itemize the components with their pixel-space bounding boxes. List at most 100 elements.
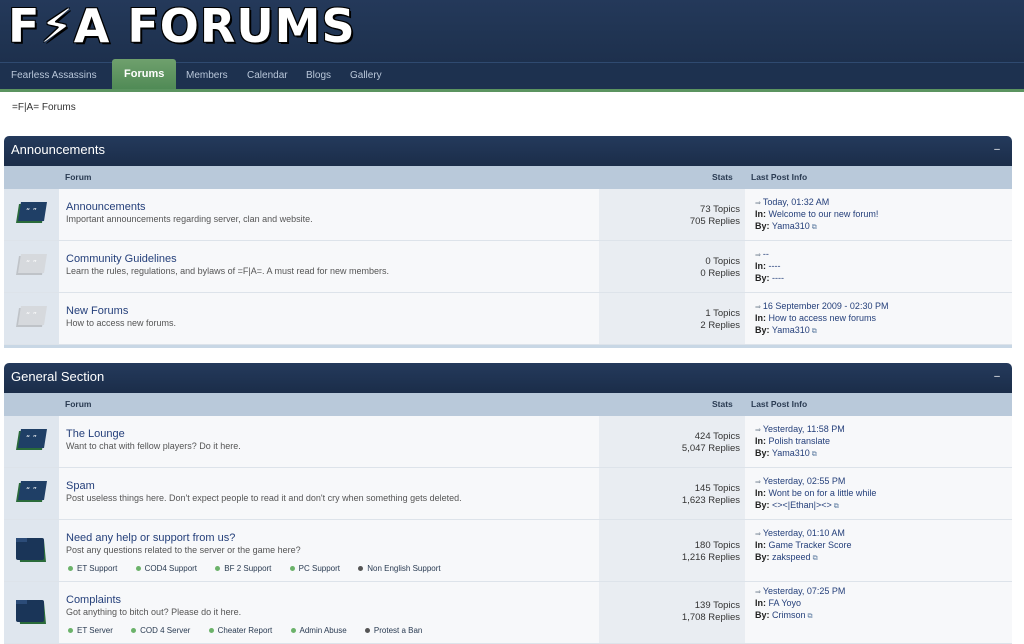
forum-title[interactable]: Need any help or support from us? xyxy=(66,532,235,544)
forum-no-new-posts-icon: “ ” xyxy=(16,306,47,327)
forum-title[interactable]: Announcements xyxy=(66,201,146,213)
forum-row: “ ” Community Guidelines Learn the rules… xyxy=(4,241,1012,293)
section-title[interactable]: Announcements xyxy=(11,142,105,157)
last-post-topic[interactable]: Game Tracker Score xyxy=(769,540,852,550)
nav-fearless-assassins[interactable]: Fearless Assassins xyxy=(11,63,97,90)
subforum-link[interactable]: COD4 Support xyxy=(135,564,205,573)
forum-new-posts-icon: “ ” xyxy=(16,481,47,502)
last-post-author[interactable]: zakspeed xyxy=(772,552,811,562)
profile-link-icon[interactable]: ⧉ xyxy=(834,503,839,510)
last-post-arrow-icon[interactable]: ⇒ xyxy=(755,479,761,486)
svg-text:“ ”: “ ” xyxy=(26,259,37,268)
last-post-time[interactable]: 16 September 2009 - 02:30 PM xyxy=(763,301,889,311)
profile-link-icon[interactable]: ⧉ xyxy=(808,613,813,620)
last-post-time[interactable]: Yesterday, 01:10 AM xyxy=(763,528,845,538)
section-footer xyxy=(4,345,1012,348)
logo-text-left: F xyxy=(8,0,41,53)
last-post-author[interactable]: Yama310 xyxy=(772,325,810,335)
subforum-link[interactable]: Admin Abuse xyxy=(290,626,355,635)
nav-forums[interactable]: Forums xyxy=(112,59,177,90)
last-post-author[interactable]: Crimson xyxy=(772,610,806,620)
last-post-topic[interactable]: Wont be on for a little while xyxy=(769,488,877,498)
col-forum: Forum xyxy=(65,172,92,182)
forum-title[interactable]: Community Guidelines xyxy=(66,253,177,265)
in-label: In: xyxy=(755,540,766,550)
subforum-link[interactable]: Non English Support xyxy=(358,564,448,573)
topics-count: 139 Topics xyxy=(694,600,740,611)
last-post-time[interactable]: Yesterday, 07:25 PM xyxy=(763,586,846,596)
in-label: In: xyxy=(755,209,766,219)
last-post-author[interactable]: ---- xyxy=(772,273,784,283)
logo-bolt-icon: ⚡ xyxy=(40,0,74,53)
subforum-link[interactable]: Cheater Report xyxy=(208,626,281,635)
nav-calendar[interactable]: Calendar xyxy=(247,63,288,90)
by-label: By: xyxy=(755,552,770,562)
breadcrumb[interactable]: =F|A= Forums xyxy=(12,102,76,113)
col-stats: Stats xyxy=(712,399,733,409)
forum-title[interactable]: New Forums xyxy=(66,305,128,317)
forum-title[interactable]: Complaints xyxy=(66,594,121,606)
col-last-post: Last Post Info xyxy=(751,172,808,182)
in-label: In: xyxy=(755,598,766,608)
forum-description: Post useless things here. Don't expect p… xyxy=(66,493,462,503)
in-label: In: xyxy=(755,488,766,498)
subforum-link[interactable]: Protest a Ban xyxy=(364,626,430,635)
svg-text:“ ”: “ ” xyxy=(26,207,37,216)
collapse-icon[interactable]: – xyxy=(990,372,1004,382)
by-label: By: xyxy=(755,500,770,510)
forum-title[interactable]: The Lounge xyxy=(66,428,125,440)
last-post-author[interactable]: Yama310 xyxy=(772,448,810,458)
subforum-link[interactable]: PC Support xyxy=(289,564,348,573)
topics-count: 73 Topics xyxy=(700,204,740,215)
last-post-time[interactable]: -- xyxy=(763,249,769,259)
profile-link-icon[interactable]: ⧉ xyxy=(812,451,817,458)
nav-gallery[interactable]: Gallery xyxy=(350,63,382,90)
last-post-time[interactable]: Yesterday, 02:55 PM xyxy=(763,476,846,486)
topics-count: 180 Topics xyxy=(694,540,740,551)
profile-link-icon[interactable]: ⧉ xyxy=(813,555,818,562)
forum-row: “ ” The Lounge Want to chat with fellow … xyxy=(4,416,1012,468)
last-post-topic[interactable]: How to access new forums xyxy=(769,313,877,323)
col-forum: Forum xyxy=(65,399,92,409)
forum-title[interactable]: Spam xyxy=(66,480,95,492)
last-post-arrow-icon[interactable]: ⇒ xyxy=(755,200,761,207)
profile-link-icon[interactable]: ⧉ xyxy=(812,328,817,335)
last-post-topic[interactable]: Welcome to our new forum! xyxy=(769,209,879,219)
last-post-arrow-icon[interactable]: ⇒ xyxy=(755,589,761,596)
forum-new-posts-icon: “ ” xyxy=(16,429,47,450)
nav-blogs[interactable]: Blogs xyxy=(306,63,331,90)
subforum-link[interactable]: ET Server xyxy=(68,626,121,635)
section-title[interactable]: General Section xyxy=(11,369,104,384)
last-post-time[interactable]: Today, 01:32 AM xyxy=(763,197,829,207)
by-label: By: xyxy=(755,273,770,283)
nav-members[interactable]: Members xyxy=(186,63,228,90)
in-label: In: xyxy=(755,261,766,271)
last-post-arrow-icon[interactable]: ⇒ xyxy=(755,304,761,311)
section-announcements: Announcements – Forum Stats Last Post In… xyxy=(4,136,1012,348)
site-logo[interactable]: F⚡A FORUMS xyxy=(8,0,356,55)
last-post-topic[interactable]: Polish translate xyxy=(769,436,831,446)
forum-row: “ ” Spam Post useless things here. Don't… xyxy=(4,468,1012,520)
by-label: By: xyxy=(755,448,770,458)
subforum-link[interactable]: COD 4 Server xyxy=(131,626,198,635)
svg-text:“ ”: “ ” xyxy=(26,486,37,495)
in-label: In: xyxy=(755,436,766,446)
last-post-arrow-icon[interactable]: ⇒ xyxy=(755,252,761,259)
subforum-link[interactable]: ET Support xyxy=(68,564,125,573)
forum-row: “ ” Announcements Important announcement… xyxy=(4,189,1012,241)
last-post-topic[interactable]: ---- xyxy=(769,261,781,271)
last-post-author[interactable]: Yama310 xyxy=(772,221,810,231)
last-post-author[interactable]: <><|Ethan|><> xyxy=(772,500,832,510)
last-post-topic[interactable]: FA Yoyo xyxy=(769,598,802,608)
nav-underline xyxy=(0,89,1024,92)
replies-count: 705 Replies xyxy=(689,216,740,227)
forum-description: Want to chat with fellow players? Do it … xyxy=(66,441,241,451)
col-last-post: Last Post Info xyxy=(751,399,808,409)
profile-link-icon[interactable]: ⧉ xyxy=(812,224,817,231)
subforum-link[interactable]: BF 2 Support xyxy=(215,564,279,573)
collapse-icon[interactable]: – xyxy=(990,145,1004,155)
last-post-arrow-icon[interactable]: ⇒ xyxy=(755,427,761,434)
forum-description: Post any questions related to the server… xyxy=(66,545,301,555)
last-post-arrow-icon[interactable]: ⇒ xyxy=(755,531,761,538)
last-post-time[interactable]: Yesterday, 11:58 PM xyxy=(763,424,845,434)
